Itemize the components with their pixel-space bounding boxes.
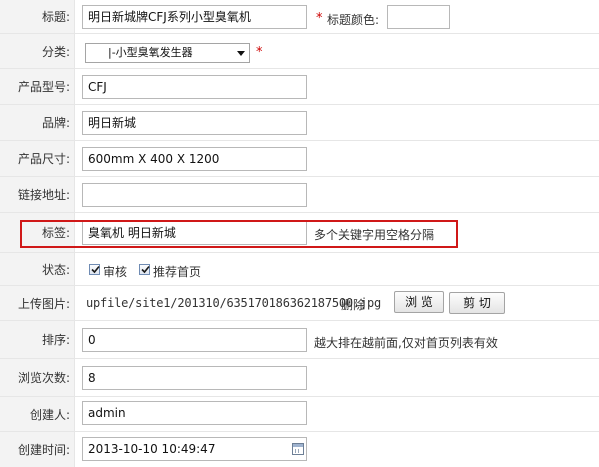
delete-link[interactable]: 删除 [341,296,365,313]
link-input[interactable] [82,183,307,207]
title-required-mark: * [316,11,323,26]
model-label: 产品型号: [0,69,75,104]
creator-row: 创建人: admin [0,397,599,432]
title-color-input[interactable] [387,5,450,29]
views-label: 浏览次数: [0,359,75,396]
check-icon [141,265,150,274]
status-row: 状态: 审核 推荐首页 [0,253,599,286]
creator-label: 创建人: [0,397,75,431]
created-time-input[interactable]: 2013-10-10 10:49:47 [82,437,307,461]
audit-label: 审核 [103,265,128,279]
category-select[interactable]: |-小型臭氧发生器 [85,43,250,63]
browse-button[interactable]: 浏 览 [394,291,444,313]
product-edit-form: 标题: 明日新城牌CFJ系列小型臭氧机 * 标题颜色: 分类: |-小型臭氧发生… [0,0,599,467]
link-row: 链接地址: [0,177,599,213]
model-row: 产品型号: CFJ [0,69,599,105]
upload-path: upfile/site1/201310/635170186362187500.j… [86,296,382,310]
views-row: 浏览次数: 8 [0,359,599,397]
home-recommend-checkbox[interactable] [139,264,150,275]
creator-input[interactable]: admin [82,401,307,425]
brand-label: 品牌: [0,105,75,140]
link-label: 链接地址: [0,177,75,212]
views-input[interactable]: 8 [82,366,307,390]
audit-checkbox[interactable] [89,264,100,275]
upload-label: 上传图片: [0,286,75,320]
category-label: 分类: [0,34,75,68]
brand-row: 品牌: 明日新城 [0,105,599,141]
sort-label: 排序: [0,321,75,358]
title-row: 标题: 明日新城牌CFJ系列小型臭氧机 * 标题颜色: [0,0,599,34]
crop-button[interactable]: 剪 切 [449,292,505,314]
category-selected-text: |-小型臭氧发生器 [108,46,193,59]
calendar-icon[interactable] [292,443,304,455]
upload-row: 上传图片: upfile/site1/201310/63517018636218… [0,286,599,321]
sort-input[interactable]: 0 [82,328,307,352]
chevron-down-icon [237,51,245,56]
sort-row: 排序: 0 越大排在越前面,仅对首页列表有效 [0,321,599,359]
tags-highlight-box [20,220,458,248]
size-row: 产品尺寸: 600mm X 400 X 1200 [0,141,599,177]
status-label: 状态: [0,253,75,285]
category-row: 分类: |-小型臭氧发生器 * [0,34,599,69]
brand-input[interactable]: 明日新城 [82,111,307,135]
title-color-label: 标题颜色: [327,13,380,27]
model-input[interactable]: CFJ [82,75,307,99]
created-row: 创建时间: 2013-10-10 10:49:47 [0,432,599,467]
title-label: 标题: [0,0,75,33]
check-icon [91,265,100,274]
created-label: 创建时间: [0,432,75,467]
category-required-mark: * [256,45,263,60]
title-input[interactable]: 明日新城牌CFJ系列小型臭氧机 [82,5,307,29]
home-recommend-label: 推荐首页 [153,265,202,279]
size-input[interactable]: 600mm X 400 X 1200 [82,147,307,171]
sort-hint: 越大排在越前面,仅对首页列表有效 [314,336,498,350]
size-label: 产品尺寸: [0,141,75,176]
